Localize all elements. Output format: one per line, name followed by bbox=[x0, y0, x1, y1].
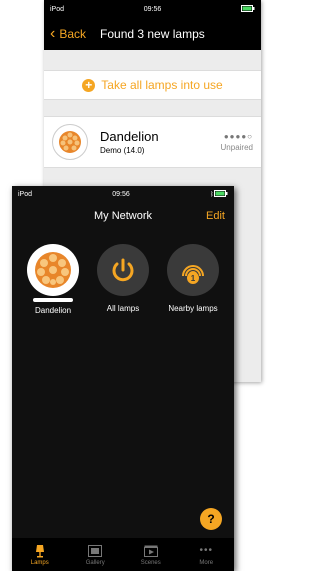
network-item-dandelion[interactable]: Dandelion bbox=[17, 244, 89, 315]
scenes-icon bbox=[143, 544, 158, 558]
tab-bar: Lamps Gallery Scenes ••• More bbox=[12, 538, 234, 571]
selected-indicator bbox=[33, 298, 73, 302]
tab-more[interactable]: ••• More bbox=[179, 538, 235, 571]
lamp-subtitle: Demo (14.0) bbox=[100, 146, 145, 155]
take-all-label: Take all lamps into use bbox=[101, 78, 223, 92]
nav-bar: My Network Edit bbox=[12, 202, 234, 230]
chevron-left-icon: ‹ bbox=[50, 25, 56, 42]
battery-icon: ᛒ bbox=[210, 189, 228, 199]
item-label: Nearby lamps bbox=[168, 304, 218, 313]
plus-icon: + bbox=[82, 78, 96, 92]
signal-dots: ●●●●○ bbox=[223, 132, 253, 141]
tab-label: More bbox=[199, 559, 214, 566]
tab-label: Lamps bbox=[30, 559, 49, 566]
nav-bar: ‹ Back Found 3 new lamps bbox=[44, 18, 261, 50]
status-bar: iPod 09:56 ᛒ bbox=[12, 186, 234, 202]
carrier-label: iPod bbox=[50, 5, 65, 13]
svg-text:ᛒ: ᛒ bbox=[210, 191, 214, 197]
tab-label: Scenes bbox=[140, 559, 161, 566]
tab-gallery[interactable]: Gallery bbox=[68, 538, 124, 571]
back-button[interactable]: ‹ Back bbox=[50, 26, 86, 42]
help-button[interactable]: ? bbox=[200, 508, 222, 530]
page-title: Found 3 new lamps bbox=[100, 27, 205, 41]
signal-icon: 1 bbox=[167, 244, 219, 296]
item-label: Dandelion bbox=[34, 306, 72, 315]
my-network-screen: iPod 09:56 ᛒ My Network Edit Dandelion A… bbox=[12, 186, 234, 571]
network-item-all-lamps[interactable]: All lamps bbox=[87, 244, 159, 313]
item-label: All lamps bbox=[106, 304, 140, 313]
network-item-nearby-lamps[interactable]: 1 Nearby lamps bbox=[157, 244, 229, 313]
power-icon bbox=[97, 244, 149, 296]
dandelion-lamp-icon bbox=[27, 244, 79, 296]
time-label: 09:56 bbox=[112, 190, 130, 198]
battery-icon bbox=[240, 4, 255, 14]
page-title: My Network bbox=[93, 210, 153, 222]
take-all-lamps-button[interactable]: + Take all lamps into use bbox=[44, 70, 261, 100]
lamp-list-item[interactable]: Dandelion Demo (14.0) ●●●●○ Unpaired bbox=[44, 116, 261, 168]
gallery-icon bbox=[88, 544, 103, 558]
network-items: Dandelion All lamps 1 Nearby lamps bbox=[12, 244, 234, 324]
dandelion-lamp-icon bbox=[52, 124, 88, 160]
time-label: 09:56 bbox=[143, 5, 162, 13]
tab-lamps[interactable]: Lamps bbox=[12, 538, 68, 571]
carrier-label: iPod bbox=[18, 190, 33, 198]
more-icon: ••• bbox=[199, 545, 213, 556]
tab-scenes[interactable]: Scenes bbox=[123, 538, 179, 571]
lamp-icon bbox=[35, 544, 45, 558]
pairing-status: Unpaired bbox=[220, 143, 253, 152]
back-label: Back bbox=[59, 27, 87, 41]
status-bar: iPod 09:56 bbox=[44, 0, 261, 18]
edit-button[interactable]: Edit bbox=[206, 210, 225, 222]
nearby-count-badge: 1 bbox=[191, 274, 196, 283]
lamp-name: Dandelion bbox=[100, 129, 159, 144]
tab-label: Gallery bbox=[85, 559, 105, 566]
